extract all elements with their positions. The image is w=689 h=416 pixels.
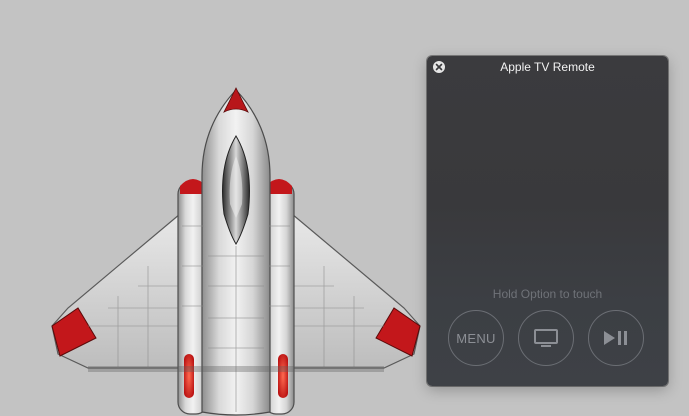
apple-tv-remote-window: Apple TV Remote Hold Option to touch MEN… [427,56,668,386]
menu-button[interactable]: MENU [448,310,504,366]
play-pause-button[interactable] [588,310,644,366]
spaceship-illustration [51,87,421,416]
tv-icon [534,329,558,347]
play-pause-icon [604,331,627,345]
tv-home-button[interactable] [518,310,574,366]
touch-hint-text: Hold Option to touch [492,287,603,301]
window-title: Apple TV Remote [500,60,595,74]
menu-button-label: MENU [456,330,496,346]
